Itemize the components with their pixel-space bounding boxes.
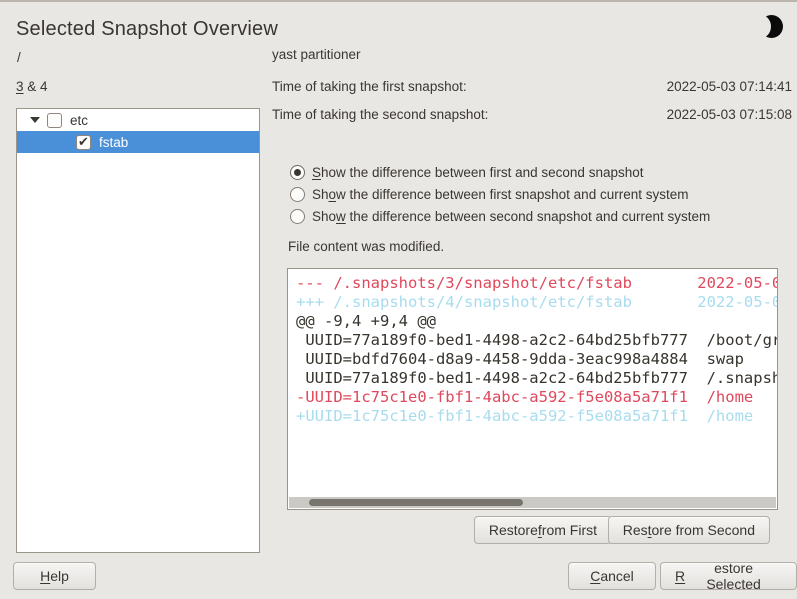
snapshot-pair-link[interactable]: 3 & 4 <box>16 79 48 94</box>
cancel-button[interactable]: Cancel <box>568 562 656 590</box>
tree-row-fstab[interactable]: fstab <box>17 131 259 153</box>
changed-files-tree[interactable]: etc fstab <box>16 108 260 553</box>
page-title: Selected Snapshot Overview <box>16 18 278 41</box>
second-snapshot-time-row: Time of taking the second snapshot: 2022… <box>272 107 792 122</box>
moon-icon <box>760 15 783 38</box>
diff-line: @@ -9,4 +9,4 @@ <box>296 312 777 331</box>
help-button[interactable]: Help <box>13 562 96 590</box>
diff-viewer[interactable]: --- /.snapshots/3/snapshot/etc/fstab 202… <box>287 268 778 510</box>
first-snapshot-time-value: 2022-05-03 07:14:41 <box>667 79 792 94</box>
restore-from-first-button[interactable]: Restore from First <box>474 516 612 544</box>
expander-arrow-icon[interactable] <box>30 117 40 123</box>
first-snapshot-time-label: Time of taking the first snapshot: <box>272 79 467 94</box>
diff-line: +++ /.snapshots/4/snapshot/etc/fstab 202… <box>296 293 777 312</box>
radio-icon[interactable] <box>290 187 305 202</box>
diff-line: UUID=77a189f0-bed1-4498-a2c2-64bd25bfb77… <box>296 369 777 388</box>
scrollbar-thumb[interactable] <box>309 499 523 506</box>
radio-diff-second-current[interactable]: Show the difference between second snaps… <box>290 205 710 227</box>
diff-line: --- /.snapshots/3/snapshot/etc/fstab 202… <box>296 274 777 293</box>
radio-icon[interactable] <box>290 165 305 180</box>
restore-from-second-button[interactable]: Restore from Second <box>608 516 770 544</box>
diff-mode-radio-group: Show the difference between first and se… <box>290 161 710 227</box>
tree-row-etc[interactable]: etc <box>17 109 259 131</box>
checkbox-etc[interactable] <box>47 113 62 128</box>
first-snapshot-time-row: Time of taking the first snapshot: 2022-… <box>272 79 792 94</box>
snapshot-description: yast partitioner <box>272 47 361 62</box>
restore-selected-button[interactable]: Restore Selected <box>660 562 797 590</box>
radio-diff-first-second[interactable]: Show the difference between first and se… <box>290 161 710 183</box>
horizontal-scrollbar[interactable] <box>289 497 776 508</box>
checkbox-fstab[interactable] <box>76 135 91 150</box>
snapper-config-label: / <box>17 50 21 65</box>
radio-icon[interactable] <box>290 209 305 224</box>
diff-line: -UUID=1c75c1e0-fbf1-4abc-a592-f5e08a5a71… <box>296 388 777 407</box>
second-snapshot-time-value: 2022-05-03 07:15:08 <box>667 107 792 122</box>
tree-label: fstab <box>99 135 128 150</box>
file-status-text: File content was modified. <box>288 239 444 254</box>
diff-line: UUID=77a189f0-bed1-4498-a2c2-64bd25bfb77… <box>296 331 777 350</box>
diff-line: UUID=bdfd7604-d8a9-4458-9dda-3eac998a488… <box>296 350 777 369</box>
diff-content: --- /.snapshots/3/snapshot/etc/fstab 202… <box>296 274 777 426</box>
second-snapshot-time-label: Time of taking the second snapshot: <box>272 107 488 122</box>
radio-diff-first-current[interactable]: Show the difference between first snapsh… <box>290 183 710 205</box>
tree-label: etc <box>70 113 88 128</box>
diff-line: +UUID=1c75c1e0-fbf1-4abc-a592-f5e08a5a71… <box>296 407 777 426</box>
theme-toggle-button[interactable]: ☀ <box>749 14 783 40</box>
